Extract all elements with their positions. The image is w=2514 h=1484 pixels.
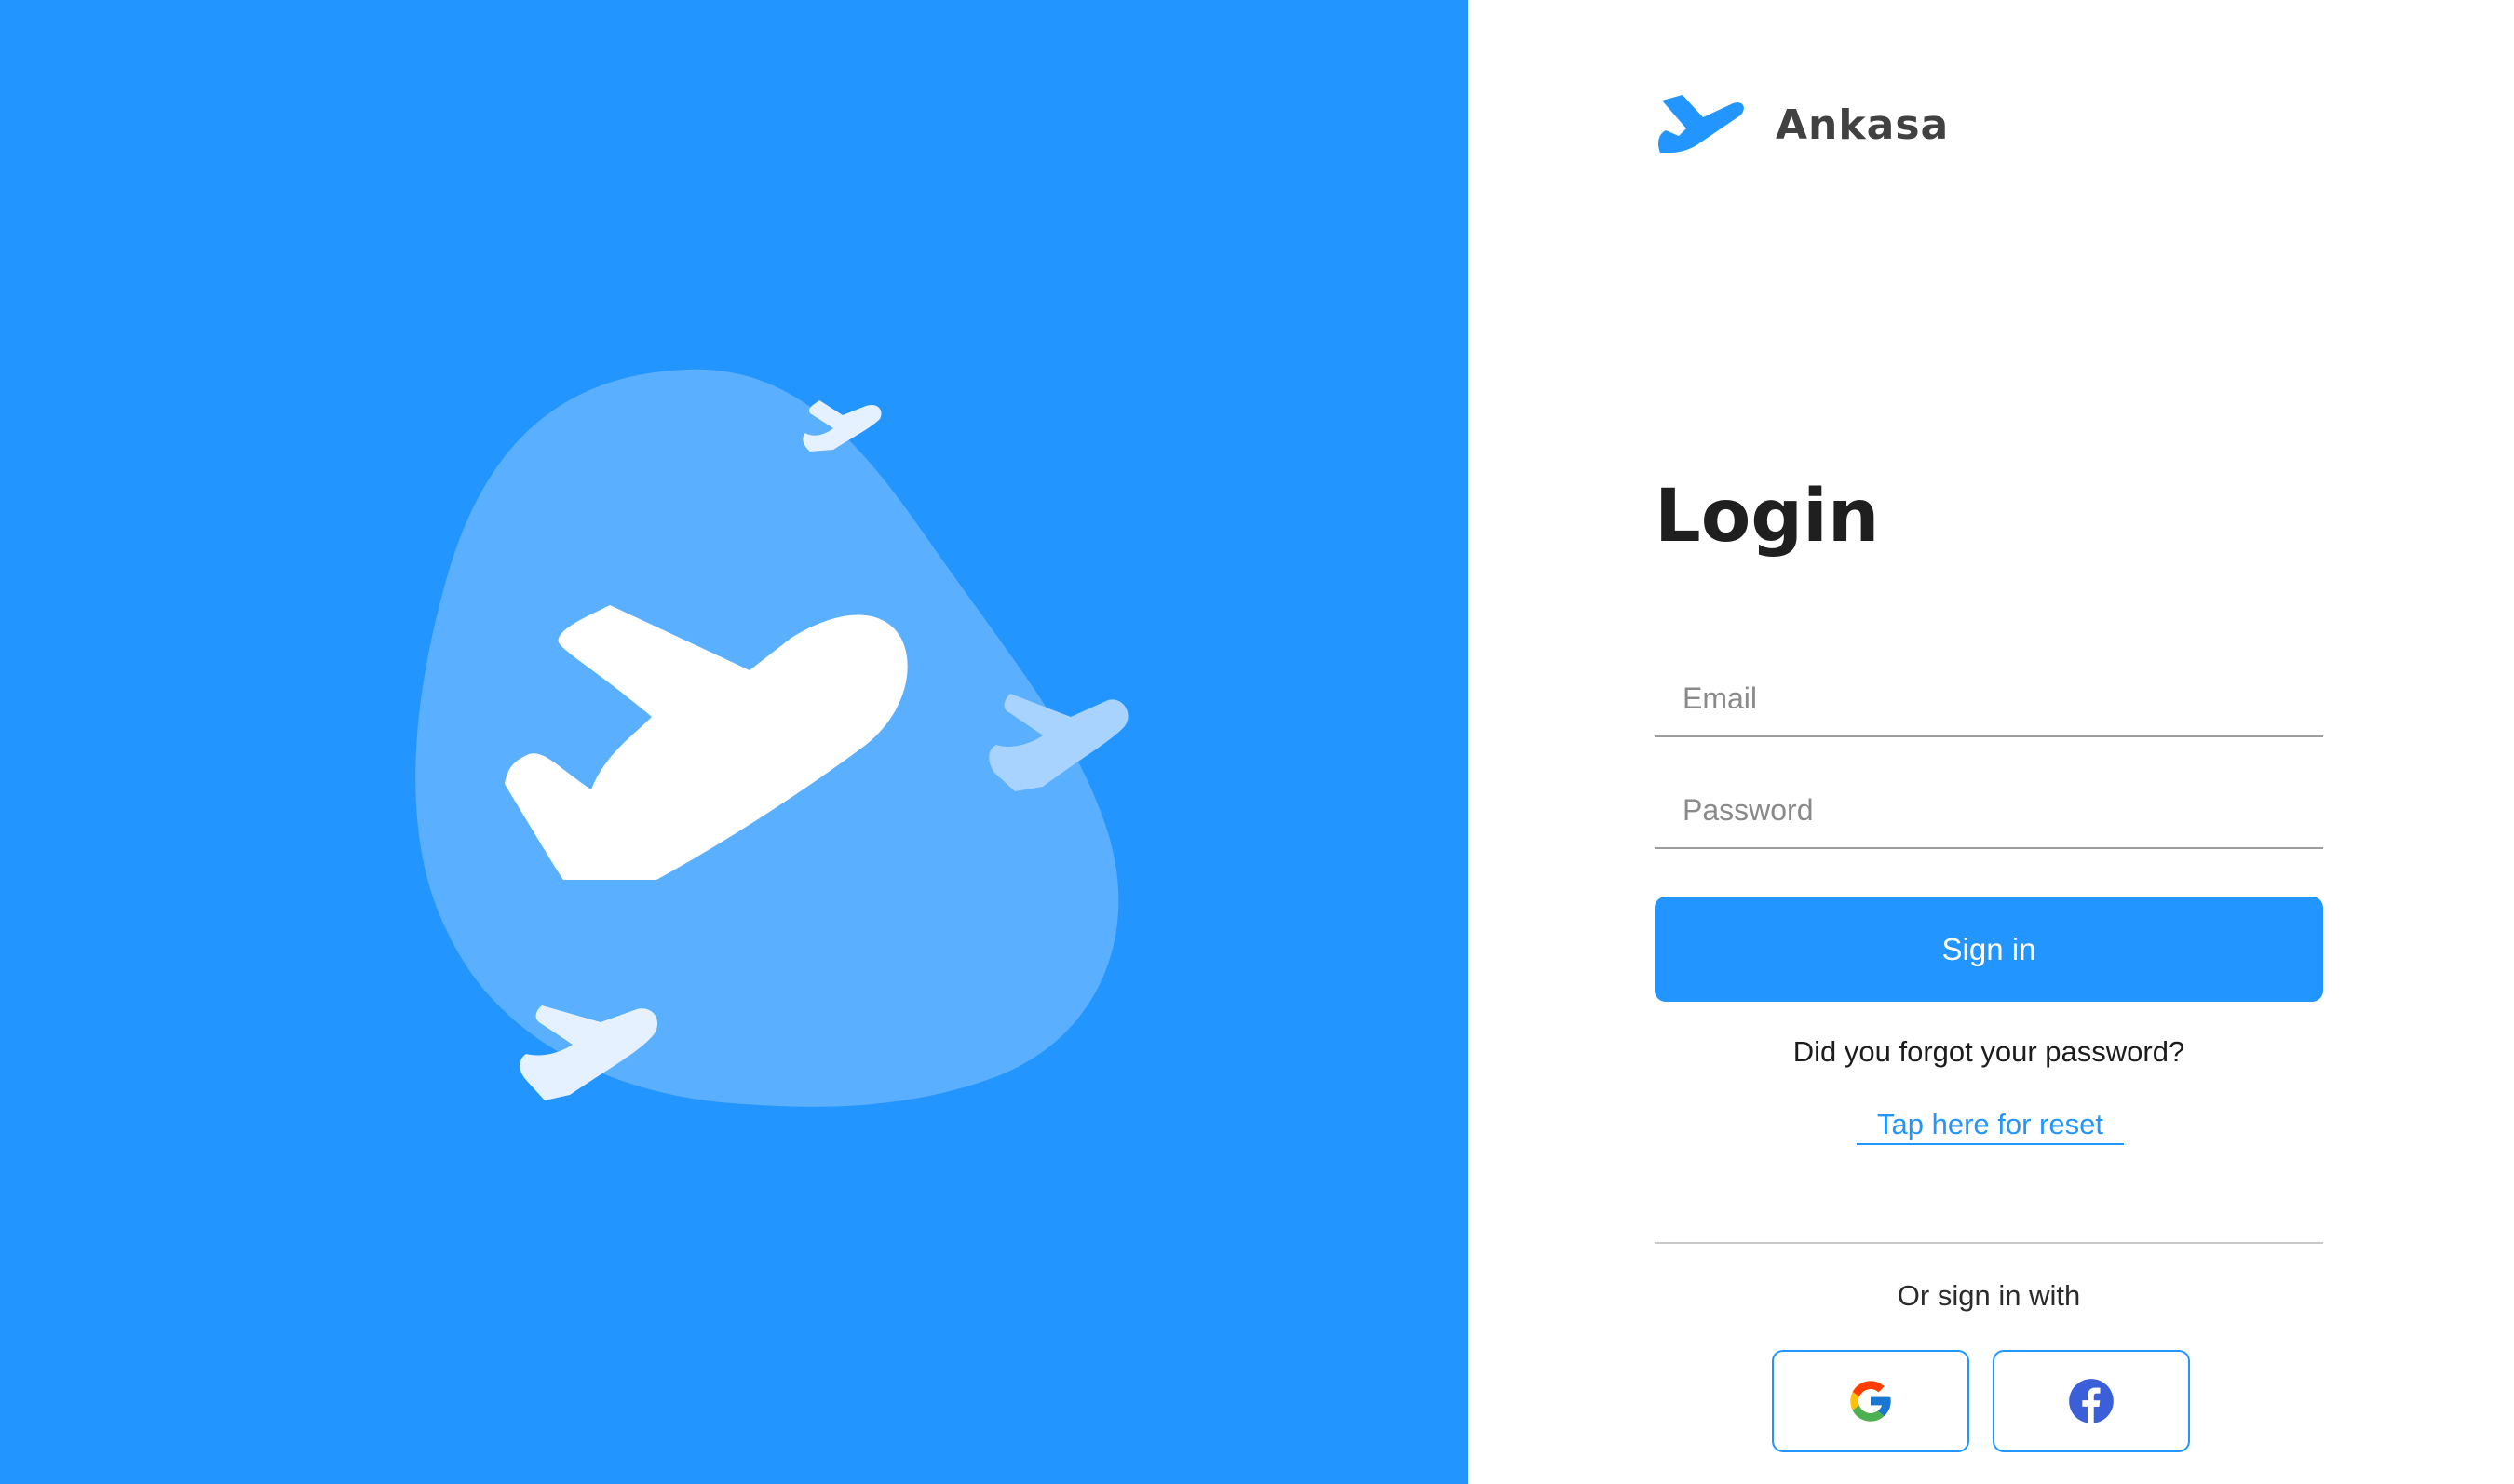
alt-signin-text: Or sign in with [1897, 1279, 2081, 1312]
sign-in-button[interactable]: Sign in [1655, 897, 2323, 1002]
brand-name: Ankasa [1776, 101, 1950, 149]
plane-logo-icon [1655, 91, 1748, 158]
password-field-wrapper [1655, 773, 2323, 849]
email-field-wrapper [1655, 661, 2323, 737]
forgot-password-text: Did you forgot your password? [1792, 1035, 2185, 1068]
reset-password-link[interactable]: Tap here for reset [1857, 1108, 2124, 1145]
brand: Ankasa [1655, 91, 1949, 158]
email-field[interactable] [1655, 661, 2323, 735]
google-icon [1846, 1377, 1895, 1425]
hero-panel [0, 0, 1468, 1484]
facebook-sign-in-button[interactable] [1993, 1350, 2190, 1452]
page-title: Login [1655, 475, 1880, 559]
divider [1655, 1242, 2323, 1244]
login-panel: Ankasa Login Sign in Did you forgot your… [1468, 0, 2514, 1484]
airplanes-blob-illustration [415, 369, 1129, 1107]
login-page: Ankasa Login Sign in Did you forgot your… [0, 0, 2514, 1484]
password-field[interactable] [1655, 773, 2323, 847]
google-sign-in-button[interactable] [1772, 1350, 1969, 1452]
facebook-icon [2067, 1377, 2115, 1425]
